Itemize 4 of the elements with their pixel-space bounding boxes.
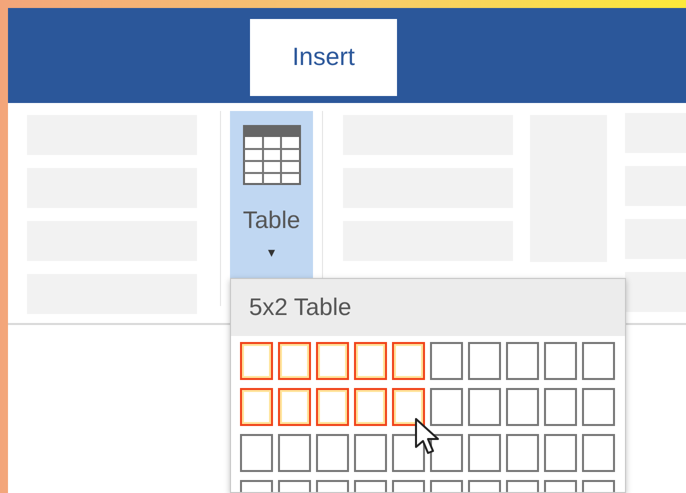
ribbon-tab[interactable]: Insert — [250, 19, 397, 96]
caret-icon: ▾ — [268, 245, 275, 259]
table-button[interactable]: Table ▾ — [230, 111, 313, 278]
menu-title: 5x2 Table — [249, 292, 352, 322]
